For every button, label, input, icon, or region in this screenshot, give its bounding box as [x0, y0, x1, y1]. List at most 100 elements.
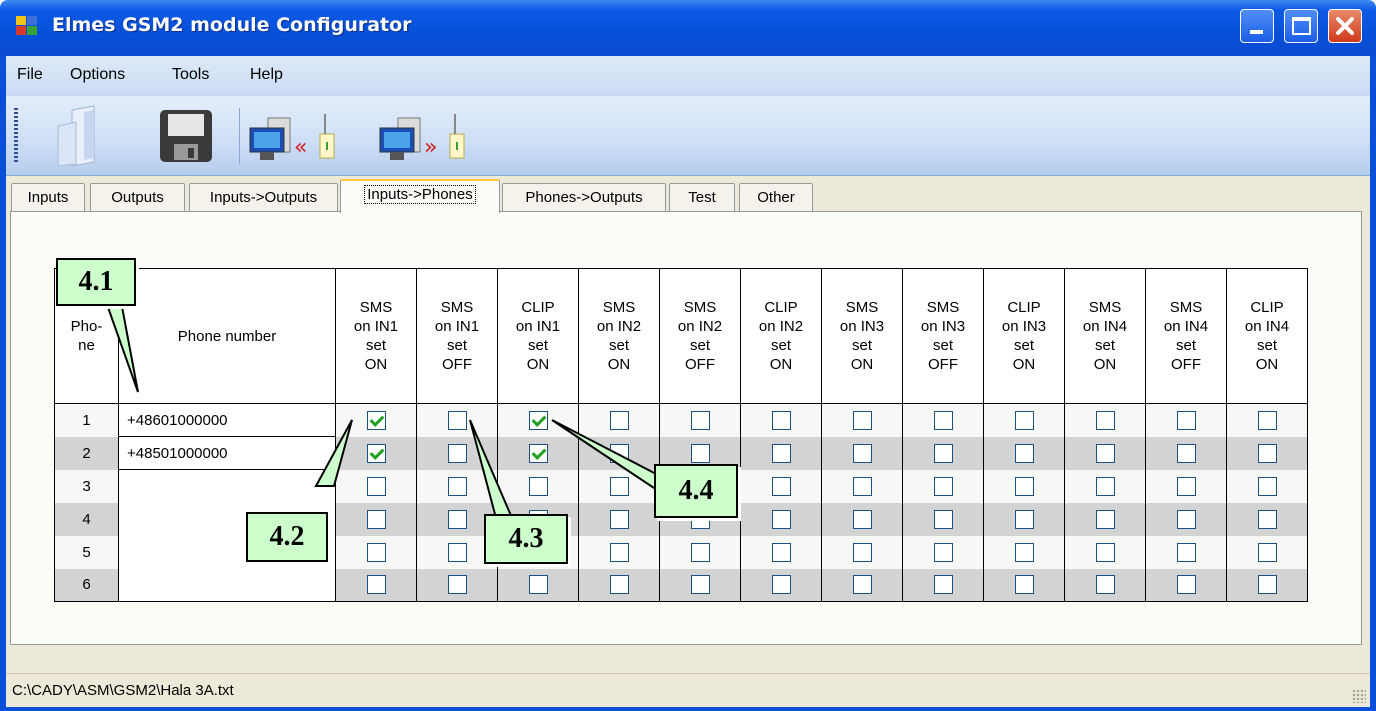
checkbox[interactable]	[852, 443, 872, 463]
tab-inputs[interactable]: Inputs	[11, 183, 85, 212]
checkbox[interactable]	[609, 575, 629, 595]
checkbox[interactable]	[933, 443, 953, 463]
phone-number-cell[interactable]: +48601000000	[118, 403, 336, 437]
checkbox[interactable]	[366, 443, 386, 463]
title-bar[interactable]: Elmes GSM2 module Configurator	[0, 0, 1376, 56]
checkbox[interactable]	[852, 542, 872, 562]
checkbox[interactable]	[609, 509, 629, 529]
checkbox[interactable]	[1014, 443, 1034, 463]
checkbox[interactable]	[852, 575, 872, 595]
checkbox[interactable]	[447, 575, 467, 595]
checkbox[interactable]	[1257, 575, 1277, 595]
checkbox[interactable]	[1014, 509, 1034, 529]
checkbox[interactable]	[528, 443, 548, 463]
checkbox[interactable]	[771, 443, 791, 463]
close-button[interactable]	[1328, 9, 1362, 43]
write-to-module-button[interactable]: »	[376, 104, 486, 168]
checkbox[interactable]	[1176, 509, 1196, 529]
tab-test[interactable]: Test	[669, 183, 735, 212]
open-button[interactable]	[50, 104, 114, 168]
menu-file[interactable]: File	[17, 66, 43, 84]
checkbox[interactable]	[933, 542, 953, 562]
menu-tools[interactable]: Tools	[172, 66, 209, 84]
menu-bar: File Options Tools Help	[6, 56, 1370, 96]
checkbox[interactable]	[447, 410, 467, 430]
checkbox[interactable]	[690, 443, 710, 463]
checkbox[interactable]	[933, 575, 953, 595]
checkbox[interactable]	[1257, 476, 1277, 496]
checkbox[interactable]	[771, 509, 791, 529]
minimize-button[interactable]	[1240, 9, 1274, 43]
checkbox[interactable]	[528, 476, 548, 496]
phone-number-cell[interactable]	[118, 568, 336, 602]
menu-help[interactable]: Help	[250, 66, 283, 84]
toolbar-grip[interactable]	[14, 108, 18, 162]
resize-grip[interactable]	[1352, 689, 1366, 703]
tab-inputs-outputs[interactable]: Inputs->Outputs	[189, 183, 338, 212]
checkbox[interactable]	[771, 575, 791, 595]
checkbox[interactable]	[1176, 476, 1196, 496]
checkbox[interactable]	[1014, 476, 1034, 496]
check-cell	[416, 436, 498, 470]
checkbox[interactable]	[1014, 410, 1034, 430]
checkbox[interactable]	[1257, 542, 1277, 562]
checkbox[interactable]	[1176, 575, 1196, 595]
checkbox[interactable]	[366, 575, 386, 595]
tab-outputs[interactable]: Outputs	[90, 183, 185, 212]
checkbox[interactable]	[1014, 542, 1034, 562]
checkbox[interactable]	[852, 476, 872, 496]
check-cell	[578, 469, 660, 503]
checkbox[interactable]	[609, 542, 629, 562]
checkbox[interactable]	[366, 476, 386, 496]
check-cell	[1226, 403, 1308, 437]
checkbox[interactable]	[1257, 443, 1277, 463]
checkbox[interactable]	[690, 542, 710, 562]
save-button[interactable]	[154, 104, 218, 168]
menu-options[interactable]: Options	[70, 66, 125, 84]
checkbox[interactable]	[771, 542, 791, 562]
checkbox[interactable]	[1014, 575, 1034, 595]
checkbox[interactable]	[1095, 410, 1115, 430]
checkbox[interactable]	[447, 476, 467, 496]
checkbox[interactable]	[528, 575, 548, 595]
maximize-button[interactable]	[1284, 9, 1318, 43]
checkbox[interactable]	[771, 410, 791, 430]
checkbox[interactable]	[933, 410, 953, 430]
checkbox[interactable]	[1095, 575, 1115, 595]
checkbox[interactable]	[609, 476, 629, 496]
checkbox[interactable]	[1095, 542, 1115, 562]
check-cell	[821, 469, 903, 503]
checkbox[interactable]	[771, 476, 791, 496]
phone-number-cell[interactable]	[118, 469, 336, 503]
checkbox[interactable]	[1095, 476, 1115, 496]
phone-number-cell[interactable]: +48501000000	[118, 436, 336, 470]
checkbox[interactable]	[690, 410, 710, 430]
checkbox[interactable]	[366, 509, 386, 529]
checkbox[interactable]	[1095, 443, 1115, 463]
check-cell	[1226, 568, 1308, 602]
checkbox[interactable]	[852, 509, 872, 529]
checkbox[interactable]	[852, 410, 872, 430]
checkbox[interactable]	[1257, 410, 1277, 430]
tab-phones-outputs[interactable]: Phones->Outputs	[502, 183, 666, 212]
tab-other[interactable]: Other	[739, 183, 813, 212]
checkbox[interactable]	[1176, 542, 1196, 562]
checkbox[interactable]	[1257, 509, 1277, 529]
checkbox[interactable]	[366, 410, 386, 430]
checkbox[interactable]	[1176, 443, 1196, 463]
checkbox[interactable]	[447, 443, 467, 463]
checkbox[interactable]	[609, 443, 629, 463]
check-cell	[578, 535, 660, 569]
checkbox[interactable]	[447, 542, 467, 562]
checkbox[interactable]	[609, 410, 629, 430]
checkbox[interactable]	[447, 509, 467, 529]
checkbox[interactable]	[1095, 509, 1115, 529]
checkbox[interactable]	[366, 542, 386, 562]
checkbox[interactable]	[690, 575, 710, 595]
checkbox[interactable]	[528, 410, 548, 430]
checkbox[interactable]	[1176, 410, 1196, 430]
checkbox[interactable]	[933, 476, 953, 496]
read-from-module-button[interactable]: «	[246, 104, 356, 168]
checkbox[interactable]	[933, 509, 953, 529]
tab-inputs-phones[interactable]: Inputs->Phones	[340, 179, 500, 213]
